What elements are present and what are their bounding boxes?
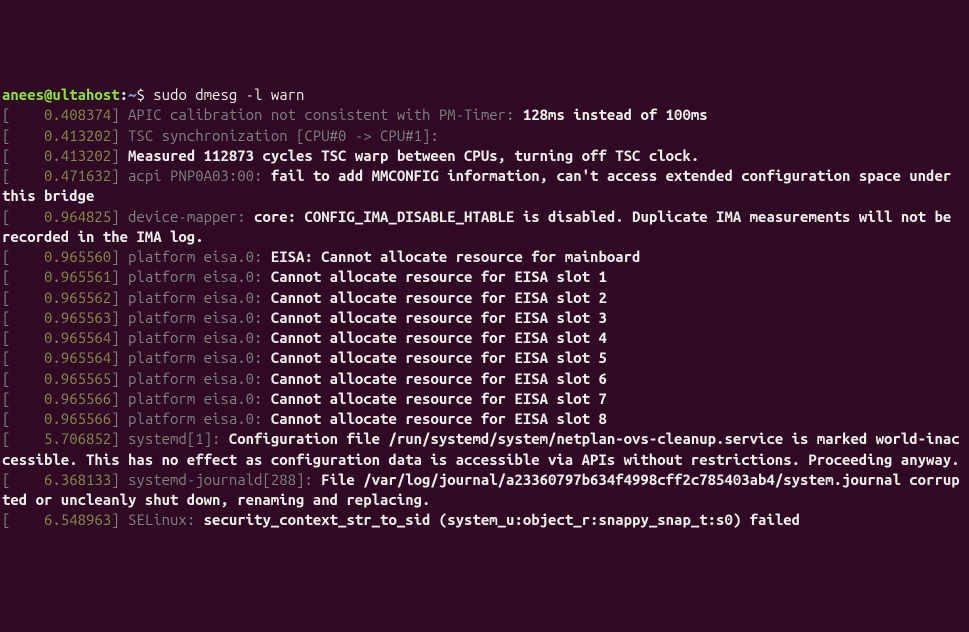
log-message: Cannot allocate resource for EISA slot 2 — [271, 289, 607, 306]
log-bracket-close: ] — [111, 106, 128, 123]
log-prefix: platform eisa.0: — [128, 289, 271, 306]
log-timestamp: 0.965566 — [10, 410, 111, 427]
log-prefix: systemd-journald[288]: — [128, 471, 321, 488]
log-timestamp: 0.408374 — [10, 106, 111, 123]
log-bracket-close: ] — [111, 329, 128, 346]
log-prefix: platform eisa.0: — [128, 370, 271, 387]
log-prefix: platform eisa.0: — [128, 349, 271, 366]
log-prefix: platform eisa.0: — [128, 309, 271, 326]
log-timestamp: 0.471632 — [10, 167, 111, 184]
log-message: Cannot allocate resource for EISA slot 6 — [271, 370, 607, 387]
log-timestamp: 6.368133 — [10, 471, 111, 488]
log-bracket-close: ] — [111, 370, 128, 387]
prompt: anees@ultahost:~$ — [2, 86, 145, 103]
log-timestamp: 0.413202 — [10, 127, 111, 144]
log-prefix: systemd[1]: — [128, 430, 229, 447]
prompt-host: ultahost — [52, 86, 119, 103]
prompt-colon: : — [120, 86, 128, 103]
log-prefix: acpi PNP0A03:00: — [128, 167, 271, 184]
log-bracket-close: ] — [111, 208, 128, 225]
log-bracket-close: ] — [111, 390, 128, 407]
log-timestamp: 0.965565 — [10, 370, 111, 387]
log-prefix: platform eisa.0: — [128, 268, 271, 285]
log-prefix: platform eisa.0: — [128, 410, 271, 427]
log-timestamp: 0.965564 — [10, 329, 111, 346]
log-prefix: APIC calibration not consistent with PM-… — [128, 106, 523, 123]
log-bracket-close: ] — [111, 147, 128, 164]
log-timestamp: 0.413202 — [10, 147, 111, 164]
log-bracket-close: ] — [111, 349, 128, 366]
prompt-user: anees — [2, 86, 44, 103]
log-message: Cannot allocate resource for EISA slot 8 — [271, 410, 607, 427]
log-bracket-close: ] — [111, 248, 128, 265]
log-bracket-close: ] — [111, 410, 128, 427]
terminal[interactable]: anees@ultahost:~$ sudo dmesg -l warn [ 0… — [2, 85, 967, 531]
log-message: Measured 112873 cycles TSC warp between … — [128, 147, 699, 164]
log-bracket-close: ] — [111, 268, 128, 285]
log-bracket-close: ] — [111, 471, 128, 488]
log-prefix: platform eisa.0: — [128, 329, 271, 346]
log-prefix: TSC synchronization [CPU#0 -> CPU#1]: — [128, 127, 439, 144]
log-message: Cannot allocate resource for EISA slot 4 — [271, 329, 607, 346]
log-message: Cannot allocate resource for EISA slot 7 — [271, 390, 607, 407]
log-timestamp: 0.965561 — [10, 268, 111, 285]
log-prefix: platform eisa.0: — [128, 248, 271, 265]
dmesg-output: [ 0.408374] APIC calibration not consist… — [2, 106, 960, 528]
log-prefix: platform eisa.0: — [128, 390, 271, 407]
log-message: Cannot allocate resource for EISA slot 1 — [271, 268, 607, 285]
log-bracket-close: ] — [111, 430, 128, 447]
log-message: 128ms instead of 100ms — [523, 106, 708, 123]
log-bracket-close: ] — [111, 289, 128, 306]
log-message: Cannot allocate resource for EISA slot 5 — [271, 349, 607, 366]
log-prefix: device-mapper: — [128, 208, 254, 225]
log-message: EISA: Cannot allocate resource for mainb… — [271, 248, 641, 265]
log-bracket-close: ] — [111, 127, 128, 144]
log-timestamp: 5.706852 — [10, 430, 111, 447]
log-message: Cannot allocate resource for EISA slot 3 — [271, 309, 607, 326]
command: sudo dmesg -l warn — [153, 86, 304, 103]
log-bracket-close: ] — [111, 309, 128, 326]
log-timestamp: 0.965566 — [10, 390, 111, 407]
log-timestamp: 0.964825 — [10, 208, 111, 225]
log-timestamp: 0.965562 — [10, 289, 111, 306]
log-timestamp: 0.965564 — [10, 349, 111, 366]
log-timestamp: 0.965560 — [10, 248, 111, 265]
log-bracket-close: ] — [111, 167, 128, 184]
prompt-dollar: $ — [136, 86, 144, 103]
log-timestamp: 0.965563 — [10, 309, 111, 326]
